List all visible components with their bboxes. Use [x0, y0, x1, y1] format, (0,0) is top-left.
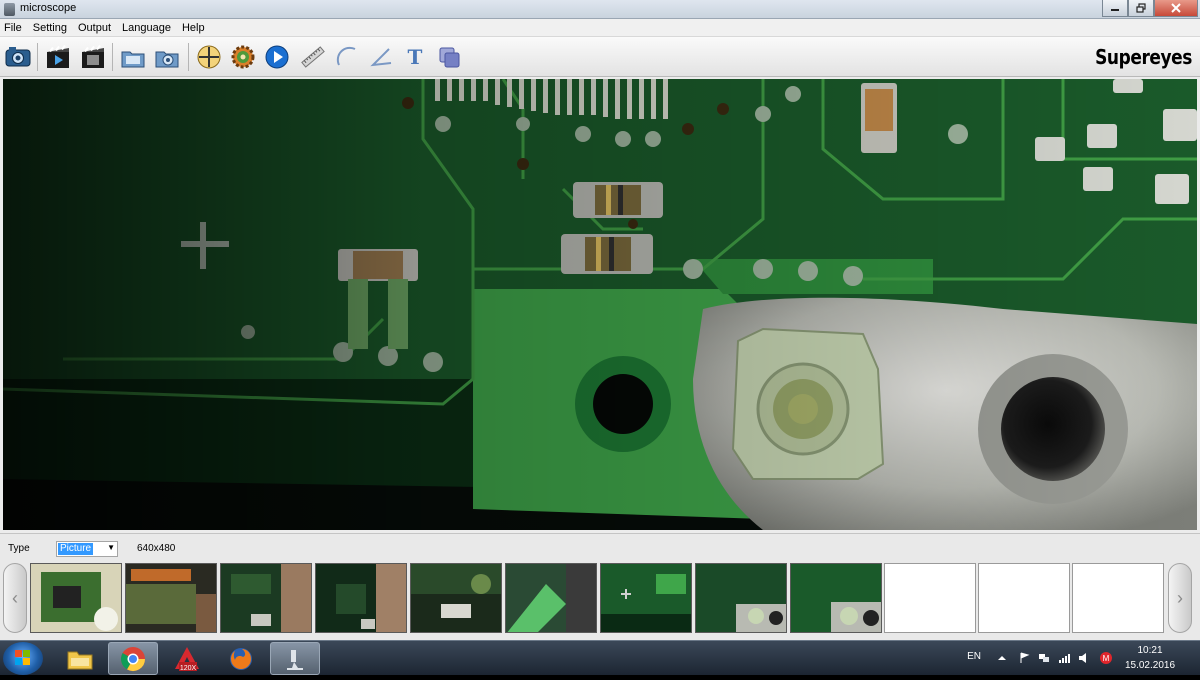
folder-icon [67, 651, 93, 669]
settings-folder-icon [155, 51, 179, 68]
crosshair-icon [197, 45, 221, 69]
microscope-live-view[interactable] [3, 79, 1197, 530]
windows-logo-icon [15, 650, 30, 665]
supereyes-logo: Supereyes [1095, 45, 1192, 69]
angle-button[interactable] [366, 42, 396, 72]
type-select-value: Picture [58, 543, 94, 555]
thumbnail[interactable] [125, 563, 217, 633]
arc-button[interactable] [332, 42, 362, 72]
chevron-right-icon: › [1177, 587, 1183, 608]
minimize-icon [1111, 9, 1119, 11]
app-icon [4, 3, 15, 16]
menu-help[interactable]: Help [182, 22, 205, 34]
gear-icon [231, 45, 255, 69]
menu-output[interactable]: Output [78, 22, 111, 34]
window-controls [1102, 0, 1198, 17]
layers-button[interactable] [434, 42, 464, 72]
record-video-icon [47, 44, 69, 68]
gear-button[interactable] [228, 42, 258, 72]
menu-setting[interactable]: Setting [33, 22, 67, 34]
taskbar-chrome[interactable] [108, 642, 158, 675]
scroll-right-button[interactable]: › [1168, 563, 1192, 633]
video-stop-button[interactable] [78, 42, 108, 72]
pcb-camera-image [3, 79, 1197, 530]
taskbar-autocad[interactable]: 120X [162, 642, 212, 675]
signal-icon [1059, 654, 1070, 663]
language-indicator[interactable]: EN [967, 651, 981, 662]
thumbnail[interactable] [30, 563, 122, 633]
thumbnail-empty[interactable] [884, 563, 976, 633]
toolbar-separator [112, 43, 113, 71]
ruler-button[interactable] [298, 42, 328, 72]
thumbnail-empty[interactable] [978, 563, 1070, 633]
thumbnail[interactable] [315, 563, 407, 633]
toolbar-separator [37, 43, 38, 71]
settings-folder-button[interactable] [152, 42, 182, 72]
crosshair-button[interactable] [194, 42, 224, 72]
text-button[interactable]: T [400, 42, 430, 72]
type-label: Type [8, 543, 30, 554]
thumbnail[interactable] [695, 563, 787, 633]
restore-icon [1136, 3, 1146, 13]
open-folder-icon [121, 51, 145, 68]
close-button[interactable] [1154, 0, 1198, 17]
thumbnail[interactable] [790, 563, 882, 633]
thumbnail-empty[interactable] [1072, 563, 1164, 633]
clock-time[interactable]: 10:21 [1120, 645, 1180, 656]
toolbar-separator [188, 43, 189, 71]
chrome-icon [120, 646, 145, 671]
resolution-label: 640x480 [137, 543, 176, 554]
taskbar: 120X EN M 10:21 15.02.2016 [0, 640, 1200, 675]
record-video-button[interactable] [43, 42, 73, 72]
open-folder-button[interactable] [118, 42, 148, 72]
thumbnail[interactable] [600, 563, 692, 633]
layers-icon [439, 47, 460, 68]
close-icon [1171, 3, 1181, 13]
svg-text:M: M [1103, 654, 1110, 663]
antivirus-icon: M [1100, 652, 1112, 664]
scroll-left-button[interactable]: ‹ [3, 563, 27, 633]
play-icon [265, 45, 289, 69]
restore-button[interactable] [1128, 0, 1154, 17]
firefox-icon [230, 647, 252, 670]
taskbar-microscope[interactable] [270, 642, 320, 675]
thumbnail[interactable] [410, 563, 502, 633]
video-stop-icon [82, 44, 104, 68]
action-center-flag-icon [1020, 652, 1030, 663]
text-icon: T [407, 45, 423, 69]
menu-bar: File Setting Output Language Help [0, 19, 1200, 37]
taskbar-explorer[interactable] [55, 642, 105, 675]
taskbar-firefox[interactable] [216, 642, 266, 675]
arc-icon [336, 46, 356, 66]
clock-date[interactable]: 15.02.2016 [1120, 660, 1180, 671]
thumbnail[interactable] [505, 563, 597, 633]
capture-panel: Type Picture ▼ 640x480 ‹ › [0, 533, 1200, 640]
thumbnail[interactable] [220, 563, 312, 633]
network-icon [1039, 654, 1049, 662]
angle-icon [370, 48, 392, 67]
toolbar: T Supereyes [0, 37, 1200, 77]
microscope-window: microscope File Setting Output Language … [0, 0, 1200, 640]
chevron-down-icon: ▼ [107, 543, 115, 552]
menu-language[interactable]: Language [122, 22, 171, 34]
autocad-icon: 120X [175, 646, 199, 672]
microscope-icon [287, 649, 303, 670]
show-hidden-icons-icon [998, 656, 1006, 660]
camera-icon [5, 47, 31, 67]
play-button[interactable] [262, 42, 292, 72]
type-select[interactable]: Picture ▼ [56, 541, 118, 557]
snapshot-button[interactable] [3, 42, 33, 72]
svg-text:120X: 120X [180, 665, 197, 672]
start-button[interactable] [3, 642, 43, 675]
title-bar[interactable]: microscope [0, 0, 1200, 19]
chevron-left-icon: ‹ [12, 587, 18, 608]
ruler-icon [301, 46, 325, 68]
minimize-button[interactable] [1102, 0, 1128, 17]
system-tray: EN M 10:21 15.02.2016 [940, 641, 1200, 676]
window-title: microscope [20, 2, 77, 14]
volume-icon [1079, 653, 1086, 663]
menu-file[interactable]: File [4, 22, 22, 34]
